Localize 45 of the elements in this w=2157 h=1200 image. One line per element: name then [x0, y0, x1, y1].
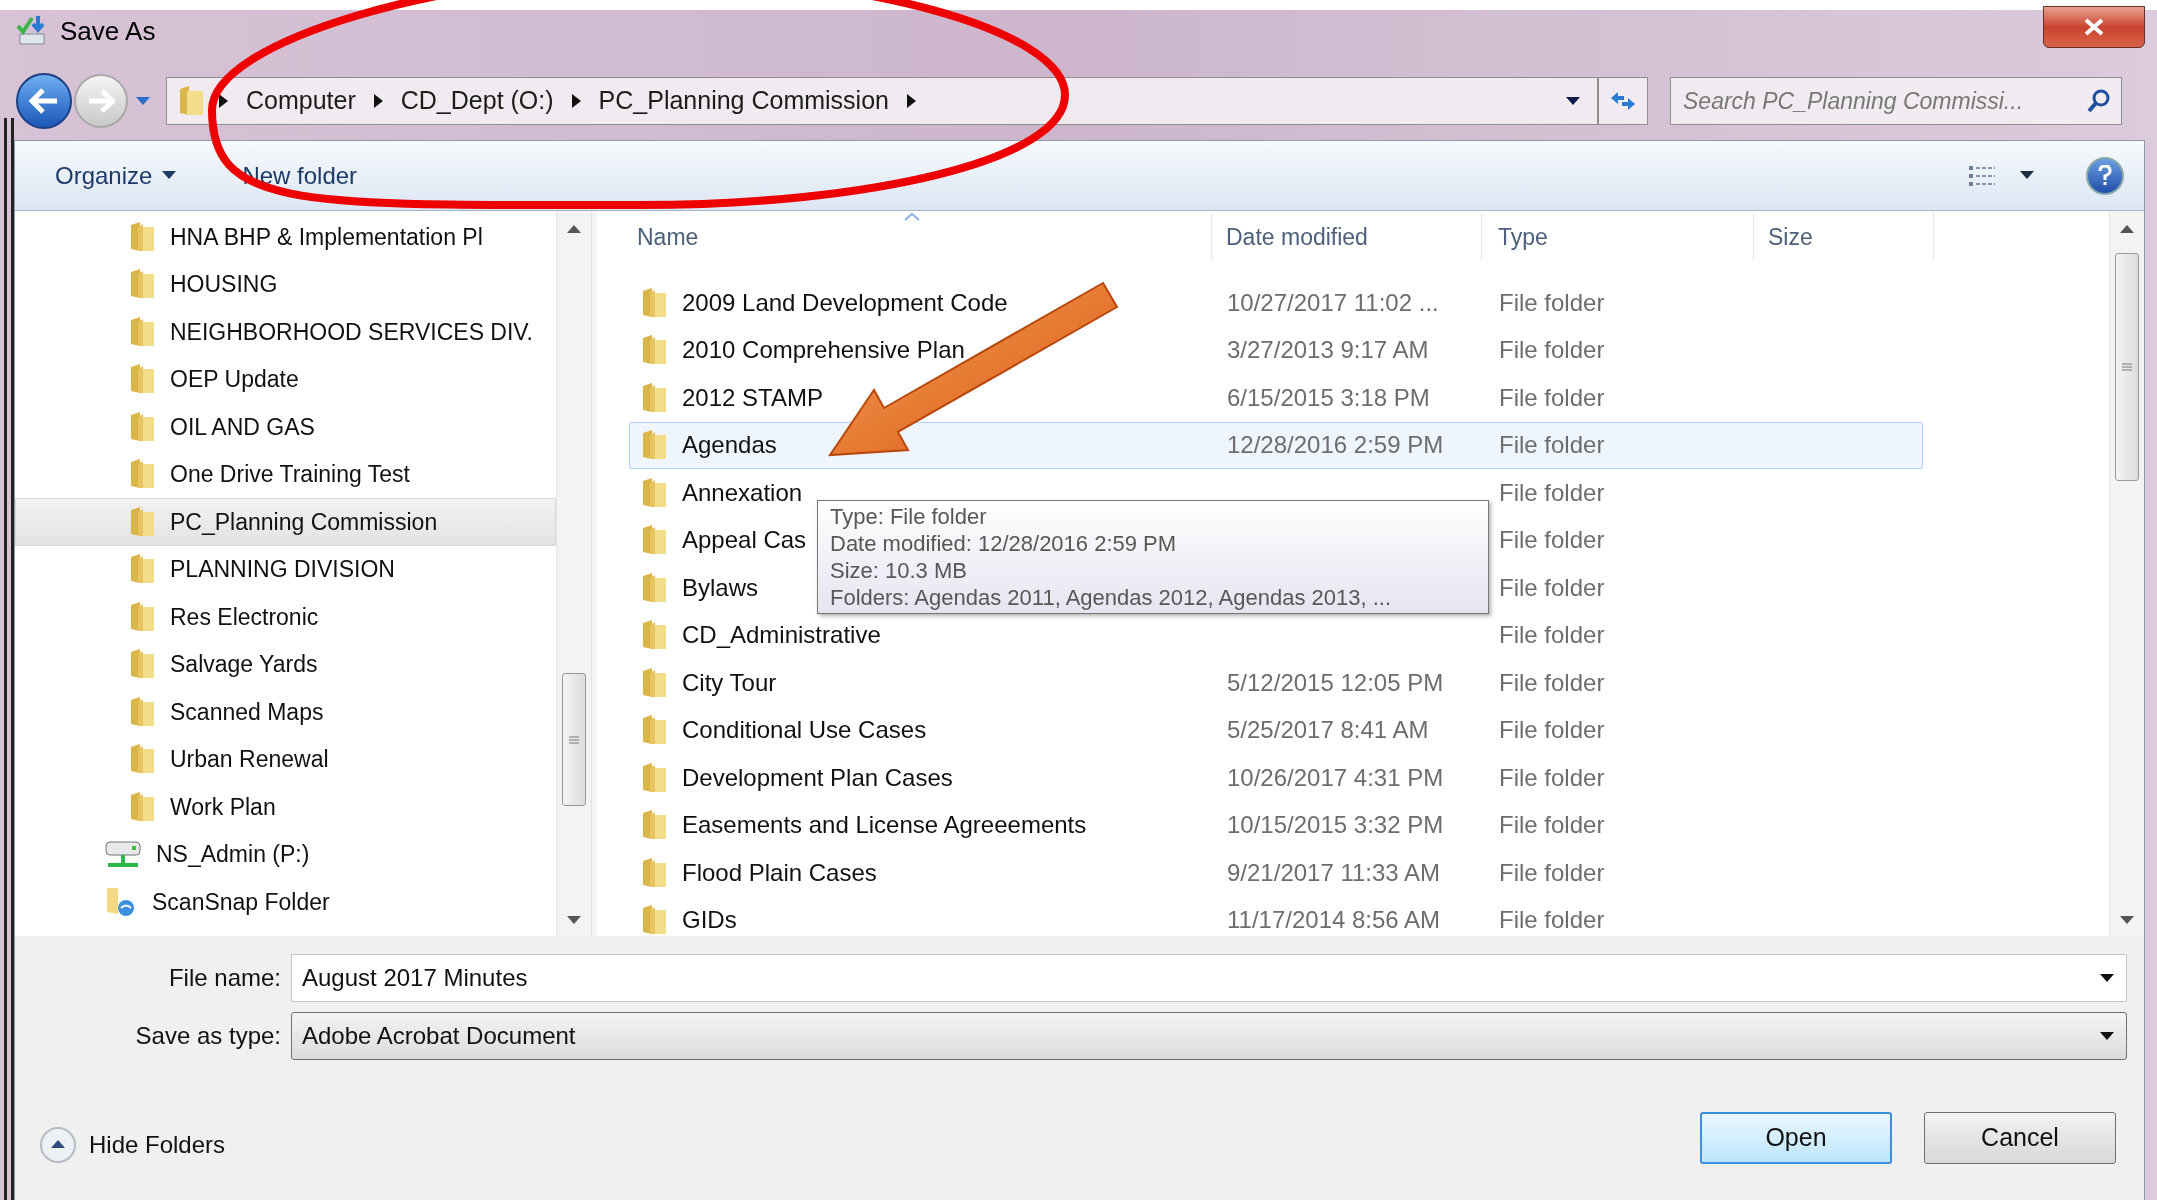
file-type: File folder: [1499, 383, 1605, 411]
file-name: Annexation: [682, 477, 803, 508]
file-name: CD_Administrative: [682, 620, 881, 651]
file-type: File folder: [1499, 336, 1605, 364]
date-modified: 10/27/2017 11:02 ...: [1227, 288, 1439, 316]
file-type: File folder: [1499, 858, 1605, 886]
file-type: File folder: [1499, 288, 1605, 316]
file-name: 2009 Land Development Code: [682, 287, 1008, 318]
file-name: Agendas: [682, 430, 777, 461]
window-title: Save As: [60, 15, 156, 48]
date-modified: 11/17/2014 8:56 AM: [1227, 906, 1441, 934]
date-modified: 6/15/2015 3:18 PM: [1227, 383, 1430, 411]
file-type: File folder: [1499, 716, 1605, 744]
field-label: Save as type:: [134, 1021, 282, 1051]
file-name: 2010 Comprehensive Plan: [682, 335, 965, 366]
tooltip-line: Folders: Agendas 2011, Agendas 2012, Agendas 2013, ...: [830, 584, 1393, 611]
date-modified: 5/12/2015 12:05 PM: [1227, 668, 1444, 696]
file-name: Bylaws: [682, 572, 759, 603]
date-modified: 10/26/2017 4:31 PM: [1227, 763, 1444, 791]
file-type: File folder: [1499, 621, 1605, 649]
field-label: File name:: [167, 963, 282, 993]
file-name: Appeal Cas: [682, 525, 807, 556]
file-type: File folder: [1499, 478, 1605, 506]
file-type: File folder: [1499, 763, 1605, 791]
date-modified: 3/27/2013 9:17 AM: [1227, 336, 1429, 364]
file-type: File folder: [1499, 573, 1605, 601]
date-modified: 5/25/2017 8:41 AM: [1227, 716, 1429, 744]
file-type: File folder: [1499, 668, 1605, 696]
file-type: File folder: [1499, 526, 1605, 554]
file-name: Flood Plain Cases: [682, 857, 877, 888]
file-name: GIDs: [682, 905, 737, 936]
date-modified: 10/15/2015 3:32 PM: [1227, 811, 1444, 839]
file-name: Conditional Use Cases: [682, 715, 927, 746]
file-name: Easements and License Agreeements: [682, 810, 1087, 841]
file-type: File folder: [1499, 811, 1605, 839]
file-type: File folder: [1499, 431, 1605, 459]
file-name: Development Plan Cases: [682, 762, 953, 793]
tooltip-line: Type: File folder: [830, 503, 988, 530]
file-name: City Tour: [682, 667, 777, 698]
date-modified: 12/28/2016 2:59 PM: [1227, 431, 1444, 459]
date-modified: 9/21/2017 11:33 AM: [1227, 858, 1441, 886]
tooltip-line: Size: 10.3 MB: [830, 557, 968, 584]
file-name: 2012 STAMP: [682, 382, 823, 413]
tooltip-line: Date modified: 12/28/2016 2:59 PM: [830, 530, 1178, 557]
file-type: File folder: [1499, 906, 1605, 934]
